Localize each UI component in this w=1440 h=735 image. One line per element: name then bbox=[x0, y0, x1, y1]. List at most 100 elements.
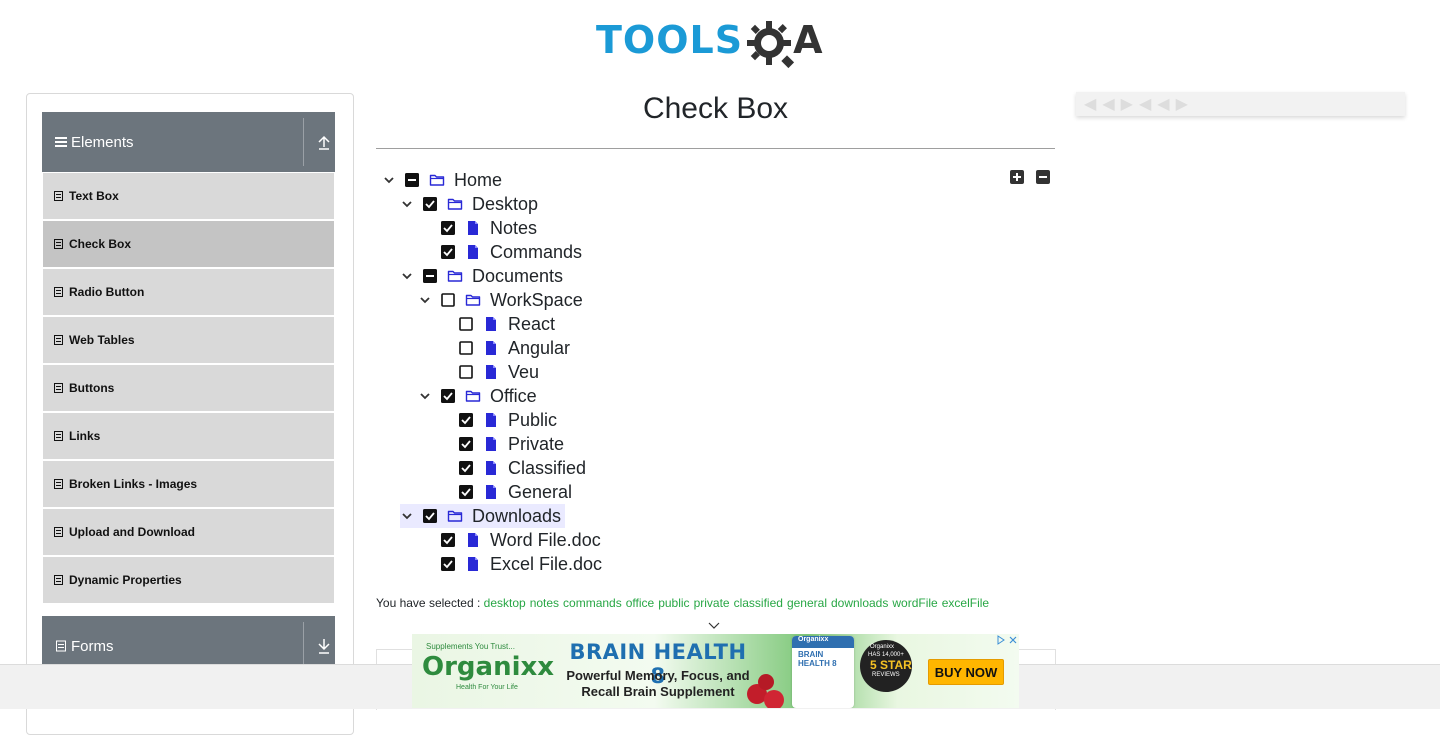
tree-node-excel-file-doc[interactable]: Excel File.doc bbox=[418, 552, 602, 576]
tree-node-label[interactable]: WorkSpace bbox=[490, 290, 583, 311]
checkbox-partial-icon[interactable] bbox=[423, 269, 437, 283]
tree-node-angular[interactable]: Angular bbox=[436, 336, 570, 360]
checkbox-checked-icon[interactable] bbox=[441, 533, 455, 547]
menu-item-label: Dynamic Properties bbox=[69, 573, 182, 587]
close-icon[interactable] bbox=[1008, 635, 1018, 645]
upload-arrow-icon[interactable] bbox=[312, 130, 336, 154]
checkbox-unchecked-icon[interactable] bbox=[459, 317, 473, 331]
checkbox-checked-icon[interactable] bbox=[441, 557, 455, 571]
toolsqa-logo[interactable]: TOOLS A bbox=[596, 12, 823, 69]
tree-node-label[interactable]: Veu bbox=[508, 362, 539, 383]
menu-item-web-tables[interactable]: Web Tables bbox=[43, 317, 334, 363]
menu-item-text-box[interactable]: Text Box bbox=[43, 173, 334, 219]
menu-item-dynamic-properties[interactable]: Dynamic Properties bbox=[43, 557, 334, 603]
tree-node-label[interactable]: General bbox=[508, 482, 572, 503]
tree-node-label[interactable]: Commands bbox=[490, 242, 582, 263]
tree-node-private[interactable]: Private bbox=[436, 432, 564, 456]
tree-node-react[interactable]: React bbox=[436, 312, 555, 336]
tree-node-label[interactable]: Word File.doc bbox=[490, 530, 601, 551]
chevron-down-icon[interactable] bbox=[400, 269, 414, 283]
tree-node-word-file-doc[interactable]: Word File.doc bbox=[418, 528, 601, 552]
menu-list: Text Box Check Box Radio Button Web Tabl… bbox=[43, 173, 334, 605]
list-icon bbox=[54, 479, 63, 489]
expand-all-icon[interactable] bbox=[1010, 170, 1024, 184]
title-divider bbox=[376, 148, 1055, 149]
tree-node-general[interactable]: General bbox=[436, 480, 572, 504]
tree-node-workspace[interactable]: WorkSpace bbox=[418, 288, 583, 312]
chevron-down-icon[interactable] bbox=[400, 197, 414, 211]
tree-node-label[interactable]: React bbox=[508, 314, 555, 335]
tree-node-commands[interactable]: Commands bbox=[418, 240, 582, 264]
menu-item-buttons[interactable]: Buttons bbox=[43, 365, 334, 411]
checkbox-checked-icon[interactable] bbox=[441, 221, 455, 235]
checkbox-partial-icon[interactable] bbox=[405, 173, 419, 187]
download-arrow-icon[interactable] bbox=[312, 634, 336, 658]
checkbox-checked-icon[interactable] bbox=[459, 485, 473, 499]
folder-icon bbox=[429, 172, 445, 188]
tree-node-downloads[interactable]: Downloads bbox=[400, 504, 566, 528]
result-item: office bbox=[625, 596, 655, 610]
menu-item-radio-button[interactable]: Radio Button bbox=[43, 269, 334, 315]
tree-node-classified[interactable]: Classified bbox=[436, 456, 586, 480]
badge-brand: Organixx bbox=[870, 644, 895, 650]
tree-node-label[interactable]: Excel File.doc bbox=[490, 554, 602, 575]
menu-item-check-box[interactable]: Check Box bbox=[43, 221, 334, 267]
chevron-down-icon[interactable] bbox=[382, 173, 396, 187]
collapse-all-icon[interactable] bbox=[1036, 170, 1050, 184]
chevron-down-icon[interactable] bbox=[400, 509, 414, 523]
checkbox-checked-icon[interactable] bbox=[459, 413, 473, 427]
result-item: notes bbox=[529, 596, 560, 610]
result-item: desktop bbox=[483, 596, 526, 610]
checkbox-checked-icon[interactable] bbox=[459, 461, 473, 475]
triangle-left-icon: ◀ bbox=[1138, 96, 1152, 113]
triangle-right-icon: ▶ bbox=[1175, 96, 1188, 113]
tree-node-notes[interactable]: Notes bbox=[418, 216, 537, 240]
tree-node-desktop[interactable]: Desktop bbox=[400, 192, 538, 216]
chevron-down-icon[interactable] bbox=[418, 389, 432, 403]
menu-item-upload-and-download[interactable]: Upload and Download bbox=[43, 509, 334, 555]
tree-node-label[interactable]: Downloads bbox=[472, 506, 561, 527]
file-icon bbox=[465, 244, 481, 260]
file-icon bbox=[483, 364, 499, 380]
tree-node-label[interactable]: Documents bbox=[472, 266, 563, 287]
tree-node-label[interactable]: Private bbox=[508, 434, 564, 455]
tree-node-home[interactable]: Home bbox=[382, 168, 502, 192]
menu-item-label: Text Box bbox=[69, 189, 119, 203]
checkbox-unchecked-icon[interactable] bbox=[459, 365, 473, 379]
adchoices-icon[interactable] bbox=[996, 635, 1006, 645]
logo-text: TOOLS bbox=[596, 18, 744, 62]
checkbox-unchecked-icon[interactable] bbox=[459, 341, 473, 355]
sidebar: Elements Text Box Check Box Radio Button… bbox=[26, 93, 354, 735]
tree-node-label[interactable]: Notes bbox=[490, 218, 537, 239]
group-label: Elements bbox=[71, 133, 134, 151]
tree-node-documents[interactable]: Documents bbox=[400, 264, 563, 288]
bottle-label: BRAIN HEALTH 8 bbox=[798, 650, 837, 668]
checkbox-checked-icon[interactable] bbox=[459, 437, 473, 451]
triangle-left-icon: ◀ bbox=[1157, 96, 1170, 113]
result-items: desktop notes commands office public private c… bbox=[484, 596, 993, 610]
triangle-right-icon: ▶ bbox=[1120, 96, 1133, 113]
tree-node-label[interactable]: Desktop bbox=[472, 194, 538, 215]
tree-node-label[interactable]: Classified bbox=[508, 458, 586, 479]
checkbox-checked-icon[interactable] bbox=[441, 245, 455, 259]
group-header-elements[interactable]: Elements bbox=[42, 112, 335, 172]
selection-result: You have selected : desktop notes commands… bbox=[376, 596, 993, 610]
checkbox-checked-icon[interactable] bbox=[423, 197, 437, 211]
tree-node-veu[interactable]: Veu bbox=[436, 360, 539, 384]
menu-item-links[interactable]: Links bbox=[43, 413, 334, 459]
menu-item-broken-links-images[interactable]: Broken Links - Images bbox=[43, 461, 334, 507]
buy-now-button[interactable]: BUY NOW bbox=[928, 659, 1004, 685]
checkbox-unchecked-icon[interactable] bbox=[441, 293, 455, 307]
tree-node-label[interactable]: Home bbox=[454, 170, 502, 191]
logo-suffix: A bbox=[793, 18, 823, 62]
tree-node-label[interactable]: Angular bbox=[508, 338, 570, 359]
checkbox-checked-icon[interactable] bbox=[441, 389, 455, 403]
ad-banner[interactable]: Supplements You Trust... Organixx Health… bbox=[412, 634, 1019, 708]
tree-node-public[interactable]: Public bbox=[436, 408, 557, 432]
chevron-down-icon[interactable] bbox=[418, 293, 432, 307]
tree-node-office[interactable]: Office bbox=[418, 384, 537, 408]
tree-node-label[interactable]: Public bbox=[508, 410, 557, 431]
checkbox-checked-icon[interactable] bbox=[423, 509, 437, 523]
ad-brand-small: Supplements You Trust... bbox=[426, 642, 515, 651]
tree-node-label[interactable]: Office bbox=[490, 386, 537, 407]
